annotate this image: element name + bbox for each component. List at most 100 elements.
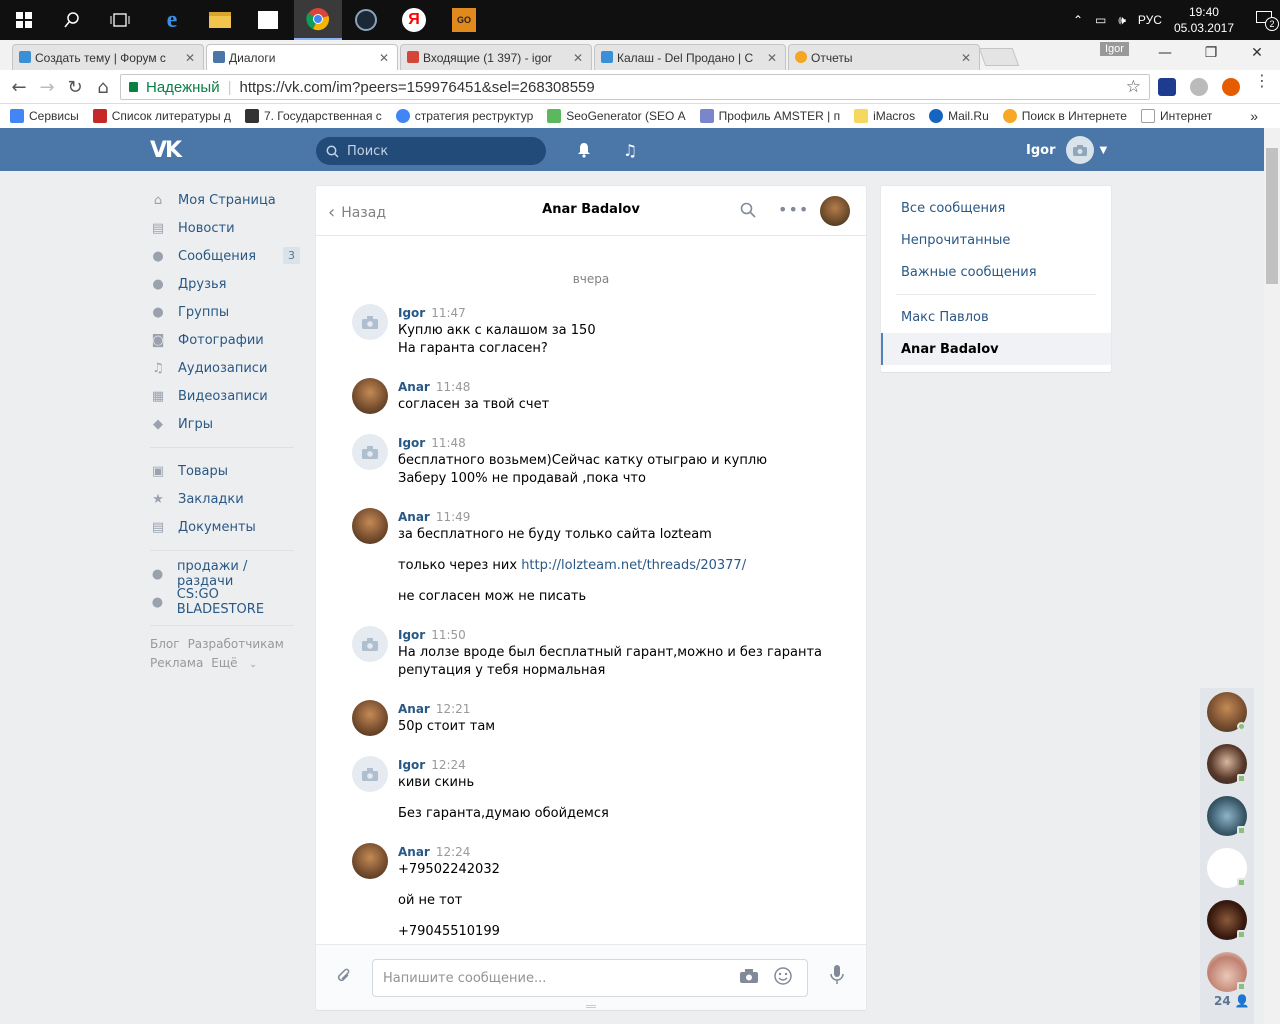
user-menu[interactable]: Igor ▼ (1026, 136, 1107, 164)
avatar[interactable] (352, 756, 388, 792)
message-author[interactable]: Igor (398, 436, 425, 450)
nav-item-my-page[interactable]: ⌂ Моя Страница (150, 186, 300, 214)
paperclip-icon[interactable] (336, 967, 352, 990)
explorer-taskbar-button[interactable] (196, 0, 244, 40)
minimize-button[interactable]: — (1142, 40, 1188, 66)
extension-icon[interactable] (1222, 78, 1240, 96)
vk-search[interactable] (316, 137, 546, 165)
avatar[interactable] (352, 626, 388, 662)
resize-handle[interactable] (586, 1005, 596, 1008)
music-icon[interactable]: ♫ (620, 140, 640, 160)
yandex-taskbar-button[interactable]: Я (390, 0, 438, 40)
message-time[interactable]: 11:47 (431, 306, 466, 320)
footer-link-blog[interactable]: Блог (150, 637, 180, 651)
steam-taskbar-button[interactable] (342, 0, 390, 40)
emoji-icon[interactable] (774, 967, 792, 990)
message-author[interactable]: Anar (398, 845, 430, 859)
nav-item-community[interactable]: ● продажи / раздачи (150, 559, 300, 589)
url-text[interactable]: https://vk.com/im?peers=159976451&sel=26… (240, 79, 595, 96)
extension-icon[interactable] (1158, 78, 1176, 96)
footer-link-ads[interactable]: Реклама (150, 656, 203, 670)
peer-tab-maks[interactable]: Макс Павлов (881, 301, 1111, 333)
nav-item-documents[interactable]: ▤ Документы (150, 513, 300, 541)
bookmark-item[interactable]: iMacros (854, 109, 915, 123)
avatar[interactable] (352, 378, 388, 414)
message-time[interactable]: 11:50 (431, 628, 466, 642)
avatar[interactable] (352, 508, 388, 544)
peer-tab-anar[interactable]: Anar Badalov (881, 333, 1111, 365)
tab-close-icon[interactable]: ✕ (185, 51, 195, 65)
avatar[interactable] (352, 304, 388, 340)
maximize-button[interactable]: ❐ (1188, 40, 1234, 66)
footer-link-developers[interactable]: Разработчикам (188, 637, 284, 651)
action-center-button[interactable]: 2 (1246, 8, 1279, 32)
message-author[interactable]: Igor (398, 628, 425, 642)
bookmark-item[interactable]: Поиск в Интернете (1002, 109, 1127, 123)
message-author[interactable]: Anar (398, 702, 430, 716)
profile-badge[interactable]: Igor (1100, 42, 1129, 56)
bookmark-item[interactable]: SeoGenerator (SEO А (547, 109, 686, 123)
volume-icon[interactable]: 🕪 (1118, 13, 1126, 28)
clock[interactable]: 19:40 05.03.2017 (1174, 4, 1234, 36)
scrollbar-thumb[interactable] (1266, 148, 1278, 284)
bookmarks-overflow-icon[interactable]: » (1250, 108, 1258, 124)
back-arrow-icon[interactable]: ← (8, 76, 30, 98)
vk-logo[interactable]: VK (150, 138, 182, 163)
browser-tab[interactable]: Калаш - Del Продано | С ✕ (594, 44, 786, 70)
message-link[interactable]: http://lolzteam.net/threads/20377/ (521, 558, 746, 573)
tab-close-icon[interactable]: ✕ (379, 51, 389, 65)
nav-item-friends[interactable]: ● Друзья (150, 270, 300, 298)
tab-close-icon[interactable]: ✕ (573, 51, 583, 65)
message-time[interactable]: 12:21 (436, 702, 471, 716)
message-time[interactable]: 12:24 (431, 758, 466, 772)
search-icon[interactable] (740, 202, 756, 222)
address-bar[interactable]: Надежный | https://vk.com/im?peers=15997… (120, 74, 1150, 100)
tab-close-icon[interactable]: ✕ (961, 51, 971, 65)
chrome-menu-icon[interactable]: ⋮ (1254, 73, 1270, 89)
avatar[interactable] (352, 843, 388, 879)
new-tab-button[interactable] (978, 48, 1020, 66)
message-time[interactable]: 12:24 (436, 845, 471, 859)
edge-taskbar-button[interactable]: e (148, 0, 196, 40)
nav-item-audio[interactable]: ♫ Аудиозаписи (150, 354, 300, 382)
bookmark-item[interactable]: Интернет (1140, 109, 1212, 123)
folder-important[interactable]: Важные сообщения (881, 256, 1111, 288)
nav-item-groups[interactable]: ● Группы (150, 298, 300, 326)
task-view-button[interactable] (96, 0, 144, 40)
browser-tab[interactable]: Входящие (1 397) - igor ✕ (400, 44, 592, 70)
input-language[interactable]: РУС (1138, 13, 1162, 27)
message-author[interactable]: Igor (398, 306, 425, 320)
nav-item-photos[interactable]: ◙ Фотографии (150, 326, 300, 354)
nav-item-news[interactable]: ▤ Новости (150, 214, 300, 242)
folder-unread[interactable]: Непрочитанные (881, 224, 1111, 256)
nav-item-video[interactable]: ▦ Видеозаписи (150, 382, 300, 410)
close-window-button[interactable]: ✕ (1234, 40, 1280, 66)
store-taskbar-button[interactable] (244, 0, 292, 40)
extension-icon[interactable] (1190, 78, 1208, 96)
avatar[interactable] (352, 434, 388, 470)
avatar[interactable] (352, 700, 388, 736)
message-author[interactable]: Anar (398, 380, 430, 394)
tab-close-icon[interactable]: ✕ (767, 51, 777, 65)
bookmark-item[interactable]: стратегия реструктур (395, 109, 533, 123)
message-author[interactable]: Anar (398, 510, 430, 524)
start-button[interactable] (0, 0, 48, 40)
bookmark-item[interactable]: Профиль AMSTER | п (699, 109, 840, 123)
bookmark-item[interactable]: Mail.Ru (929, 109, 989, 123)
vk-search-input[interactable] (347, 143, 527, 159)
bookmark-item[interactable]: 7. Государственная с (244, 109, 382, 123)
camera-icon[interactable] (740, 969, 758, 987)
message-time[interactable]: 11:48 (436, 380, 471, 394)
message-time[interactable]: 11:49 (436, 510, 471, 524)
nav-item-goods[interactable]: ▣ Товары (150, 457, 300, 485)
reload-icon[interactable]: ↻ (64, 76, 86, 98)
nav-item-games[interactable]: ◆ Игры (150, 410, 300, 438)
bookmark-star-icon[interactable]: ☆ (1126, 77, 1141, 97)
search-taskbar-button[interactable] (48, 0, 96, 40)
browser-tab[interactable]: Отчеты ✕ (788, 44, 980, 70)
forward-arrow-icon[interactable]: → (36, 76, 58, 98)
chrome-taskbar-button[interactable] (294, 0, 342, 40)
footer-link-more[interactable]: Ещё ⌄ (211, 656, 265, 670)
network-icon[interactable]: ▭ (1095, 13, 1106, 27)
notifications-bell-icon[interactable] (574, 140, 594, 160)
